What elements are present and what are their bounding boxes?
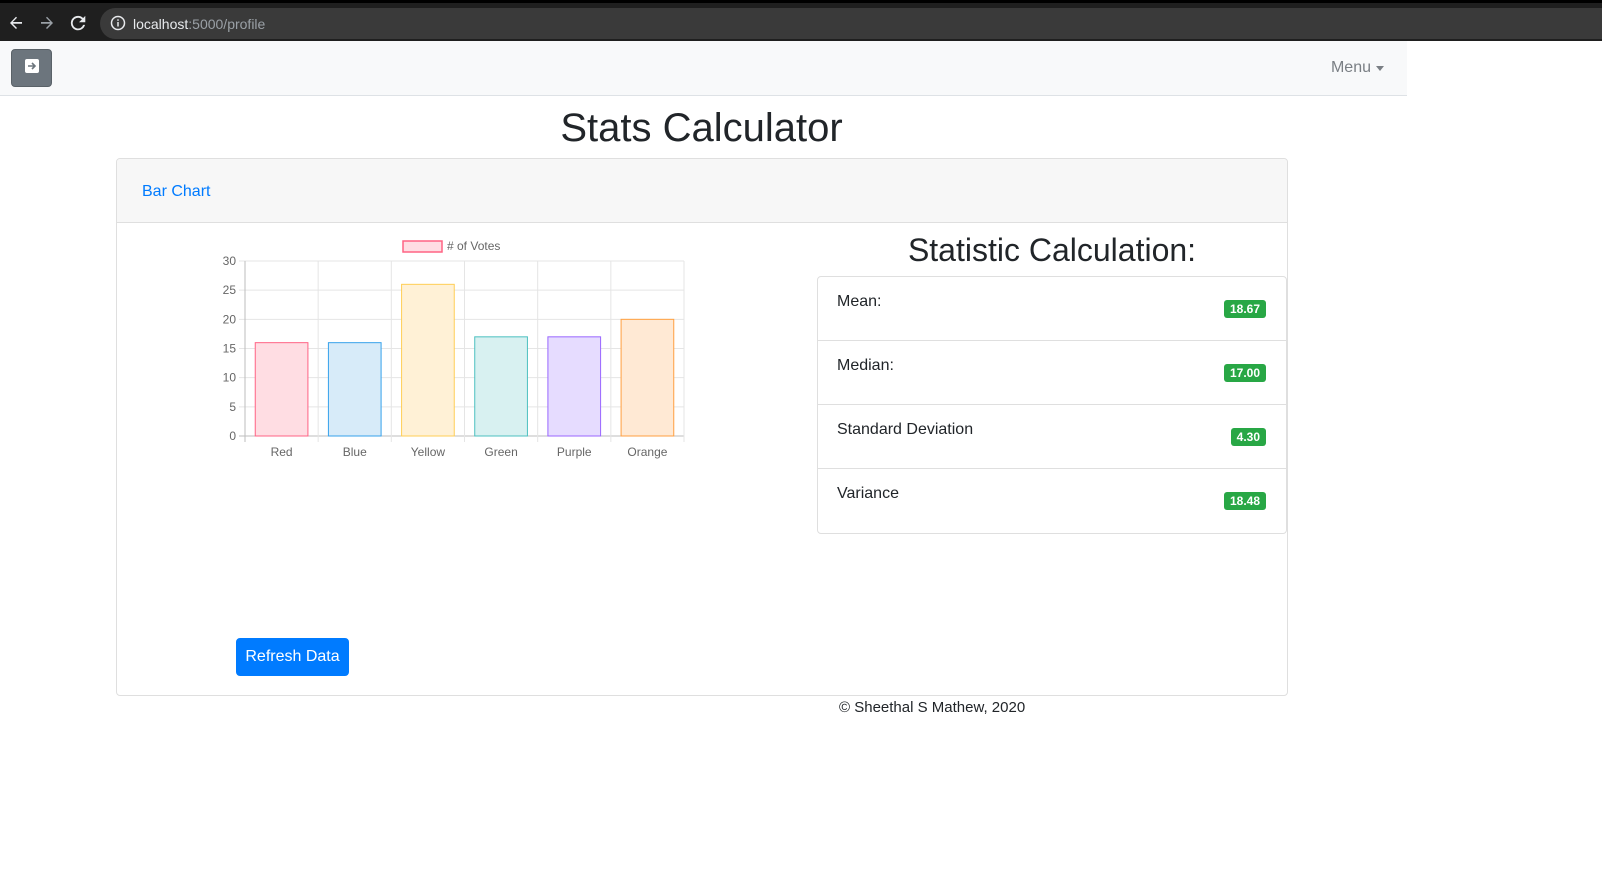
- legend-swatch: [402, 240, 443, 253]
- stat-label: Variance: [837, 485, 899, 502]
- legend-label: # of Votes: [447, 239, 500, 253]
- y-tick-label: 5: [229, 400, 236, 414]
- stats-list: Mean: 18.67 Median: 17.00 Standard Devia…: [817, 276, 1287, 534]
- url-path: :5000/profile: [188, 16, 266, 32]
- bar-chart-svg: # of Votes 0 5 10 15 20 25 30 Red Blue Yellow Green…: [223, 239, 685, 459]
- stat-item-mean: Mean: 18.67: [818, 277, 1286, 341]
- stat-label: Median:: [837, 357, 894, 374]
- refresh-data-button[interactable]: Refresh Data: [236, 638, 349, 676]
- stat-item-median: Median: 17.00: [818, 341, 1286, 405]
- x-tick-label: Green: [484, 445, 517, 459]
- y-tick-label: 0: [229, 429, 236, 443]
- stats-title: Statistic Calculation:: [907, 232, 1197, 268]
- info-icon[interactable]: [110, 15, 126, 36]
- stat-label: Mean:: [837, 293, 882, 310]
- navbar: Menu: [0, 41, 1407, 96]
- stat-value-badge: 17.00: [1223, 364, 1266, 382]
- stat-value-badge: 18.48: [1223, 492, 1266, 510]
- stat-value-badge: 18.67: [1223, 300, 1266, 318]
- y-tick-label: 20: [223, 312, 237, 326]
- y-tick-label: 10: [223, 371, 237, 385]
- stat-value-badge: 4.30: [1230, 428, 1266, 446]
- caret-down-icon: [1376, 65, 1384, 71]
- footer-copyright: © Sheethal S Mathew, 2020: [839, 699, 1026, 716]
- x-tick-label: Blue: [343, 445, 367, 459]
- y-tick-label: 30: [223, 254, 237, 268]
- stat-item-standard-deviation: Standard Deviation 4.30: [818, 405, 1286, 469]
- address-bar[interactable]: localhost:5000/profile: [100, 8, 1602, 39]
- sidebar-toggle-button[interactable]: [11, 49, 52, 87]
- arrow-right-square-icon: [24, 58, 40, 79]
- stat-label: Standard Deviation: [837, 421, 974, 438]
- back-arrow-icon[interactable]: [5, 12, 27, 34]
- browser-toolbar: localhost:5000/profile: [0, 0, 1602, 41]
- bar-purple: [547, 336, 602, 437]
- bar-chart: # of Votes 0 5 10 15 20 25 30 Red Blue Yellow Green…: [200, 226, 700, 466]
- x-tick-label: Yellow: [411, 445, 446, 459]
- y-tick-label: 15: [223, 342, 237, 356]
- forward-arrow-icon[interactable]: [36, 12, 58, 34]
- card-header: Bar Chart: [117, 159, 1287, 223]
- bar-yellow: [401, 283, 455, 437]
- x-tick-label: Red: [271, 445, 293, 459]
- page-title: Stats Calculator: [560, 106, 843, 150]
- url-text: localhost:5000/profile: [133, 16, 265, 32]
- reload-icon[interactable]: [67, 12, 89, 34]
- bar-orange: [620, 318, 675, 437]
- stat-item-variance: Variance 18.48: [818, 469, 1286, 533]
- menu-dropdown[interactable]: Menu: [1331, 59, 1384, 77]
- tab-bar-chart[interactable]: Bar Chart: [142, 183, 210, 201]
- url-host: localhost: [133, 16, 189, 32]
- bar-green: [474, 336, 528, 437]
- y-tick-label: 25: [223, 283, 237, 297]
- menu-label: Menu: [1330, 59, 1371, 76]
- x-tick-label: Orange: [627, 445, 667, 459]
- bar-red: [254, 342, 309, 437]
- bar-blue: [327, 342, 382, 437]
- x-tick-label: Purple: [557, 445, 592, 459]
